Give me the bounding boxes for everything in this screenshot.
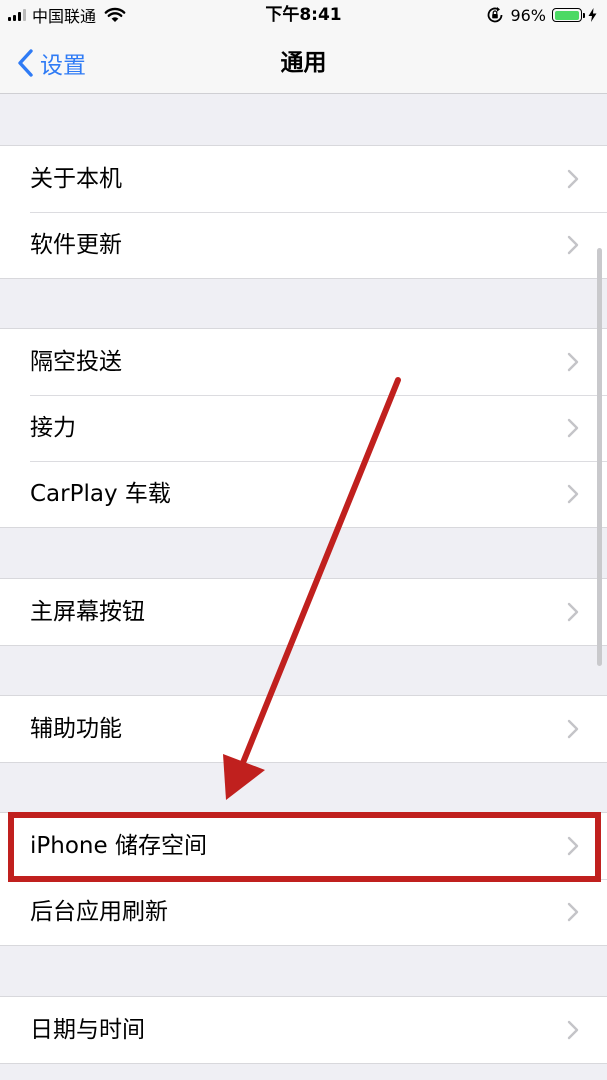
- chevron-right-icon: [567, 1020, 579, 1040]
- settings-item-carplay[interactable]: CarPlay 车载: [0, 461, 607, 527]
- page-title: 通用: [280, 50, 327, 76]
- status-right: 96%: [486, 4, 597, 26]
- settings-item-label: 关于本机: [30, 166, 122, 192]
- settings-item-label: CarPlay 车载: [30, 481, 171, 507]
- settings-item-label: 日期与时间: [30, 1017, 145, 1043]
- chevron-right-icon: [567, 602, 579, 622]
- battery-level-fill: [554, 10, 579, 20]
- settings-item-label: 接力: [30, 415, 76, 441]
- settings-item-label: 主屏幕按钮: [30, 599, 145, 625]
- settings-group: iPhone 储存空间 后台应用刷新: [0, 812, 607, 946]
- settings-item-date-time[interactable]: 日期与时间: [0, 997, 607, 1063]
- settings-item-label: 辅助功能: [30, 716, 122, 742]
- navigation-bar: 设置 通用: [0, 32, 607, 94]
- settings-group: 日期与时间: [0, 996, 607, 1064]
- battery-icon: [552, 8, 585, 22]
- chevron-right-icon: [567, 902, 579, 922]
- settings-item-label: 后台应用刷新: [30, 899, 168, 925]
- settings-item-handoff[interactable]: 接力: [0, 395, 607, 461]
- settings-item-label: iPhone 储存空间: [30, 833, 207, 859]
- chevron-right-icon: [567, 484, 579, 504]
- chevron-right-icon: [567, 836, 579, 856]
- settings-item-iphone-storage[interactable]: iPhone 储存空间: [0, 813, 607, 879]
- scroll-indicator[interactable]: [597, 248, 602, 666]
- settings-item-software-update[interactable]: 软件更新: [0, 212, 607, 278]
- settings-item-airdrop[interactable]: 隔空投送: [0, 329, 607, 395]
- chevron-right-icon: [567, 169, 579, 189]
- settings-group: 隔空投送接力 CarPlay 车载: [0, 328, 607, 528]
- chevron-right-icon: [567, 719, 579, 739]
- settings-item-about[interactable]: 关于本机: [0, 146, 607, 212]
- settings-group: 辅助功能: [0, 695, 607, 763]
- settings-item-label: 隔空投送: [30, 349, 122, 375]
- settings-group: 主屏幕按钮: [0, 578, 607, 646]
- rotation-lock-icon: [488, 7, 503, 23]
- charging-bolt-icon: [588, 8, 597, 22]
- chevron-right-icon: [567, 235, 579, 255]
- settings-item-background-app-refresh[interactable]: 后台应用刷新: [0, 879, 607, 945]
- chevron-right-icon: [567, 418, 579, 438]
- battery-percent: 96%: [510, 5, 546, 25]
- settings-item-accessibility[interactable]: 辅助功能: [0, 696, 607, 762]
- settings-group: 关于本机 软件更新: [0, 145, 607, 279]
- status-bar: 中国联通 下午8:41 96%: [0, 0, 607, 32]
- settings-item-home-button[interactable]: 主屏幕按钮: [0, 579, 607, 645]
- chevron-right-icon: [567, 352, 579, 372]
- settings-item-label: 软件更新: [30, 232, 122, 258]
